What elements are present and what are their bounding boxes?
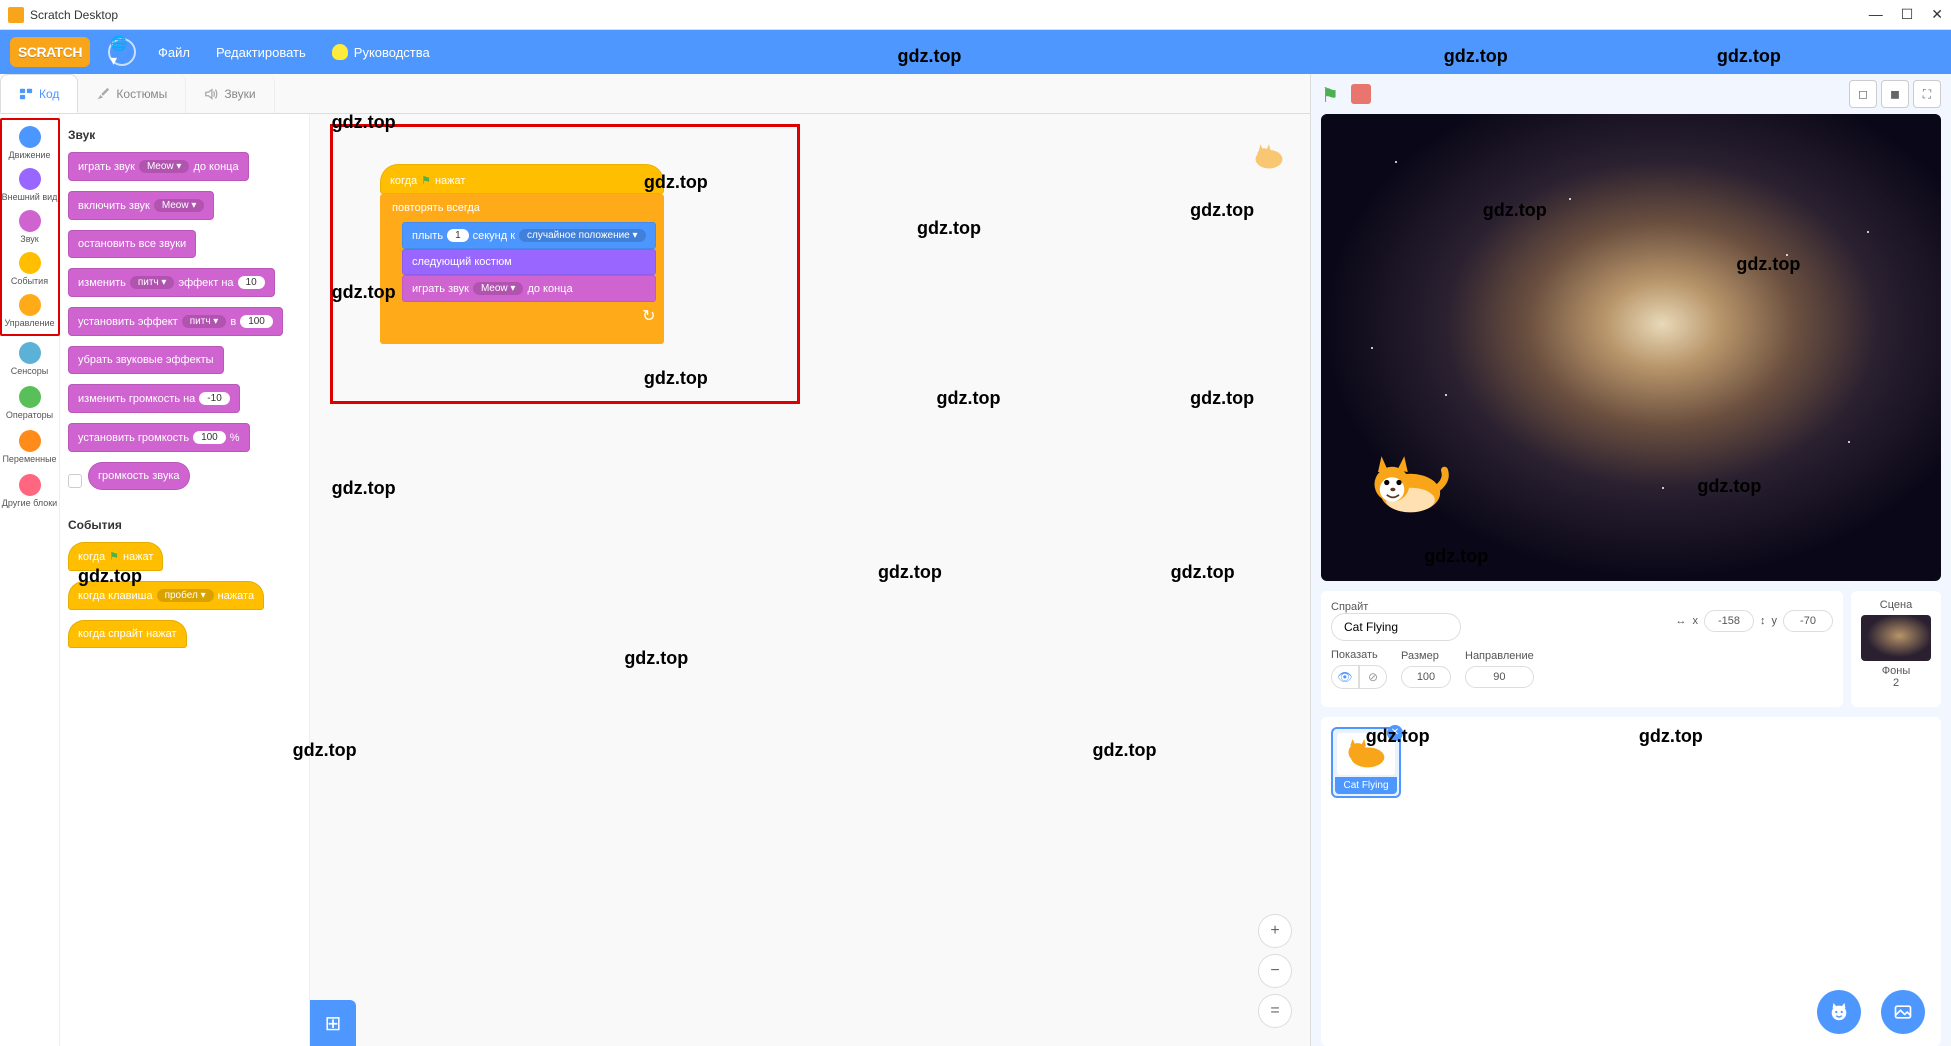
sprite-y-input[interactable]: -70 (1783, 610, 1833, 632)
delete-sprite-button[interactable]: ✕ (1387, 725, 1403, 741)
tab-code[interactable]: Код (0, 74, 78, 113)
block-play-sound-until-done[interactable]: играть звукMeow ▾до конца (68, 152, 249, 181)
category-myblocks[interactable]: Другие блоки (2, 470, 58, 512)
sprite-label: Спрайт (1331, 601, 1461, 613)
block-change-effect[interactable]: изменитьпитч ▾эффект на10 (68, 268, 275, 297)
zoom-out-button[interactable]: − (1258, 954, 1292, 988)
tab-costumes[interactable]: Костюмы (78, 74, 186, 113)
category-control[interactable]: Управление (2, 290, 58, 332)
block-clear-effects[interactable]: убрать звуковые эффекты (68, 346, 224, 374)
category-sound[interactable]: Звук (2, 206, 58, 248)
block-volume[interactable]: громкость звука (88, 462, 190, 490)
green-flag-button[interactable]: ⚑ (1321, 83, 1343, 105)
category-operators[interactable]: Операторы (2, 382, 58, 424)
minimize-button[interactable]: — (1869, 6, 1883, 23)
block-categories: Движение Внешний вид Звук События Управл… (0, 114, 60, 1046)
category-motion[interactable]: Движение (2, 122, 58, 164)
stage-large-button[interactable]: ◼ (1881, 80, 1909, 108)
volume-monitor-checkbox[interactable] (68, 474, 82, 488)
menubar: SCRATCH 🌐▾ Файл Редактировать Руководств… (0, 30, 1951, 74)
block-set-volume[interactable]: установить громкость100% (68, 423, 250, 452)
block-when-key-pressed[interactable]: когда клавишапробел ▾нажата (68, 581, 264, 610)
add-sprite-button[interactable] (1817, 990, 1861, 1034)
image-icon (1893, 1002, 1913, 1022)
language-button[interactable]: 🌐▾ (108, 38, 136, 66)
category-looks[interactable]: Внешний вид (2, 164, 58, 206)
workspace-sprite-watermark (1248, 134, 1290, 176)
menu-tutorials[interactable]: Руководства (328, 38, 434, 66)
hide-sprite-button[interactable]: ⊘ (1359, 665, 1387, 689)
menu-edit[interactable]: Редактировать (212, 39, 310, 66)
speaker-icon (204, 87, 218, 101)
block-start-sound[interactable]: включить звукMeow ▾ (68, 191, 214, 220)
sprite-info-panel: Спрайт ↔ x -158 ↕ y -70 Показать (1321, 591, 1843, 707)
stage-info-panel[interactable]: Сцена Фоны 2 (1851, 591, 1941, 707)
menu-file[interactable]: Файл (154, 39, 194, 66)
sprite-on-stage[interactable] (1361, 451, 1451, 521)
tab-sounds[interactable]: Звуки (186, 74, 274, 113)
block-set-effect[interactable]: установить эффектпитч ▾в100 (68, 307, 283, 336)
ws-play-sound[interactable]: играть звукMeow ▾до конца (402, 275, 656, 302)
lightbulb-icon (332, 44, 348, 60)
category-sensing[interactable]: Сенсоры (2, 338, 58, 380)
ws-forever[interactable]: повторять всегда плыть1секунд кслучайное… (380, 194, 664, 344)
block-palette[interactable]: Звук играть звукMeow ▾до конца включить … (60, 114, 310, 1046)
category-events[interactable]: События (2, 248, 58, 290)
sprite-size-input[interactable]: 100 (1401, 666, 1451, 688)
ws-glide[interactable]: плыть1секунд кслучайное положение ▾ (402, 222, 656, 249)
y-icon: ↕ (1760, 615, 1766, 627)
stage[interactable] (1321, 114, 1941, 581)
category-variables[interactable]: Переменные (2, 426, 58, 468)
window-title: Scratch Desktop (30, 8, 1869, 22)
add-backdrop-button[interactable] (1881, 990, 1925, 1034)
editor-tabs: Код Костюмы Звуки (0, 74, 1310, 114)
scratch-logo[interactable]: SCRATCH (10, 37, 90, 67)
zoom-reset-button[interactable]: = (1258, 994, 1292, 1028)
sprite-name-input[interactable] (1331, 613, 1461, 641)
stop-button[interactable] (1351, 84, 1371, 104)
close-button[interactable]: ✕ (1931, 6, 1943, 23)
tutorials-label: Руководства (354, 45, 430, 60)
sprite-direction-input[interactable]: 90 (1465, 666, 1534, 688)
stage-thumbnail[interactable] (1861, 615, 1931, 661)
ws-when-flag[interactable]: когда ⚑ нажат (380, 164, 664, 194)
zoom-in-button[interactable]: + (1258, 914, 1292, 948)
window-titlebar: Scratch Desktop — ☐ ✕ (0, 0, 1951, 30)
block-when-sprite-clicked[interactable]: когда спрайт нажат (68, 620, 187, 648)
code-icon (19, 87, 33, 101)
sprite-list: ✕ Cat Flying (1321, 717, 1941, 1046)
ws-next-costume[interactable]: следующий костюм (402, 249, 656, 275)
block-stop-all-sounds[interactable]: остановить все звуки (68, 230, 196, 258)
palette-header-sound: Звук (68, 128, 301, 142)
block-change-volume[interactable]: изменить громкость на-10 (68, 384, 240, 413)
sprite-x-input[interactable]: -158 (1704, 610, 1754, 632)
stage-fullscreen-button[interactable]: ⛶ (1913, 80, 1941, 108)
show-sprite-button[interactable]: 👁 (1331, 665, 1359, 689)
palette-header-events: События (68, 518, 301, 532)
x-icon: ↔ (1676, 615, 1687, 627)
stage-small-button[interactable]: ◻ (1849, 80, 1877, 108)
app-icon (8, 7, 24, 23)
block-when-flag-clicked[interactable]: когда ⚑ нажат (68, 542, 163, 571)
cat-face-icon (1828, 1001, 1850, 1023)
scripts-workspace[interactable]: когда ⚑ нажат повторять всегда плыть1сек… (310, 114, 1310, 1046)
script-stack[interactable]: когда ⚑ нажат повторять всегда плыть1сек… (380, 164, 664, 344)
maximize-button[interactable]: ☐ (1901, 6, 1914, 23)
stage-header: ⚑ ◻ ◼ ⛶ (1311, 74, 1951, 114)
sprite-tile-cat-flying[interactable]: ✕ Cat Flying (1331, 727, 1401, 798)
add-extension-button[interactable]: ⊞ (310, 1000, 356, 1046)
brush-icon (96, 87, 110, 101)
